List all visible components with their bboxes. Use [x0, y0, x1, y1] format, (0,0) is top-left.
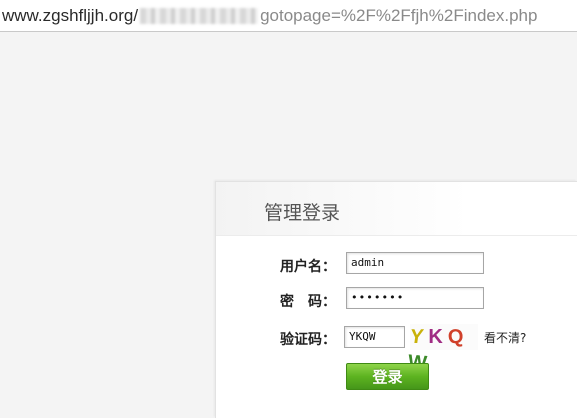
captcha-row: 验证码： YKQW YKQW 看不清?: [216, 324, 577, 375]
login-panel: 管理登录 用户名： admin 密 码： ••••••• 验证码： YKQW Y…: [215, 181, 577, 418]
login-panel-header: 管理登录: [216, 182, 577, 236]
login-button[interactable]: 登录: [346, 363, 429, 390]
url-redacted-segment: [140, 7, 259, 24]
captcha-label: 验证码：: [280, 332, 336, 348]
url-prefix: www.zgshfljjh.org/: [2, 5, 139, 25]
captcha-image[interactable]: YKQW: [407, 324, 478, 375]
captcha-char: K: [428, 326, 444, 348]
password-row: 密 码： •••••••: [216, 286, 577, 312]
captcha-refresh-link[interactable]: 看不清?: [484, 329, 526, 346]
captcha-input[interactable]: YKQW: [344, 326, 405, 348]
username-row: 用户名： admin: [216, 251, 577, 277]
captcha-char: Y: [408, 326, 426, 348]
url-suffix: gotopage=%2F%2Ffjh%2Findex.php: [260, 5, 538, 25]
captcha-char: Q: [446, 325, 466, 349]
page-title: 管理登录: [264, 202, 341, 224]
address-bar[interactable]: www.zgshfljjh.org/ gotopage=%2F%2Ffjh%2F…: [0, 0, 577, 32]
password-label: 密 码：: [280, 294, 336, 310]
username-input[interactable]: admin: [346, 252, 484, 274]
password-input[interactable]: •••••••: [346, 287, 484, 309]
username-label: 用户名：: [280, 259, 336, 275]
